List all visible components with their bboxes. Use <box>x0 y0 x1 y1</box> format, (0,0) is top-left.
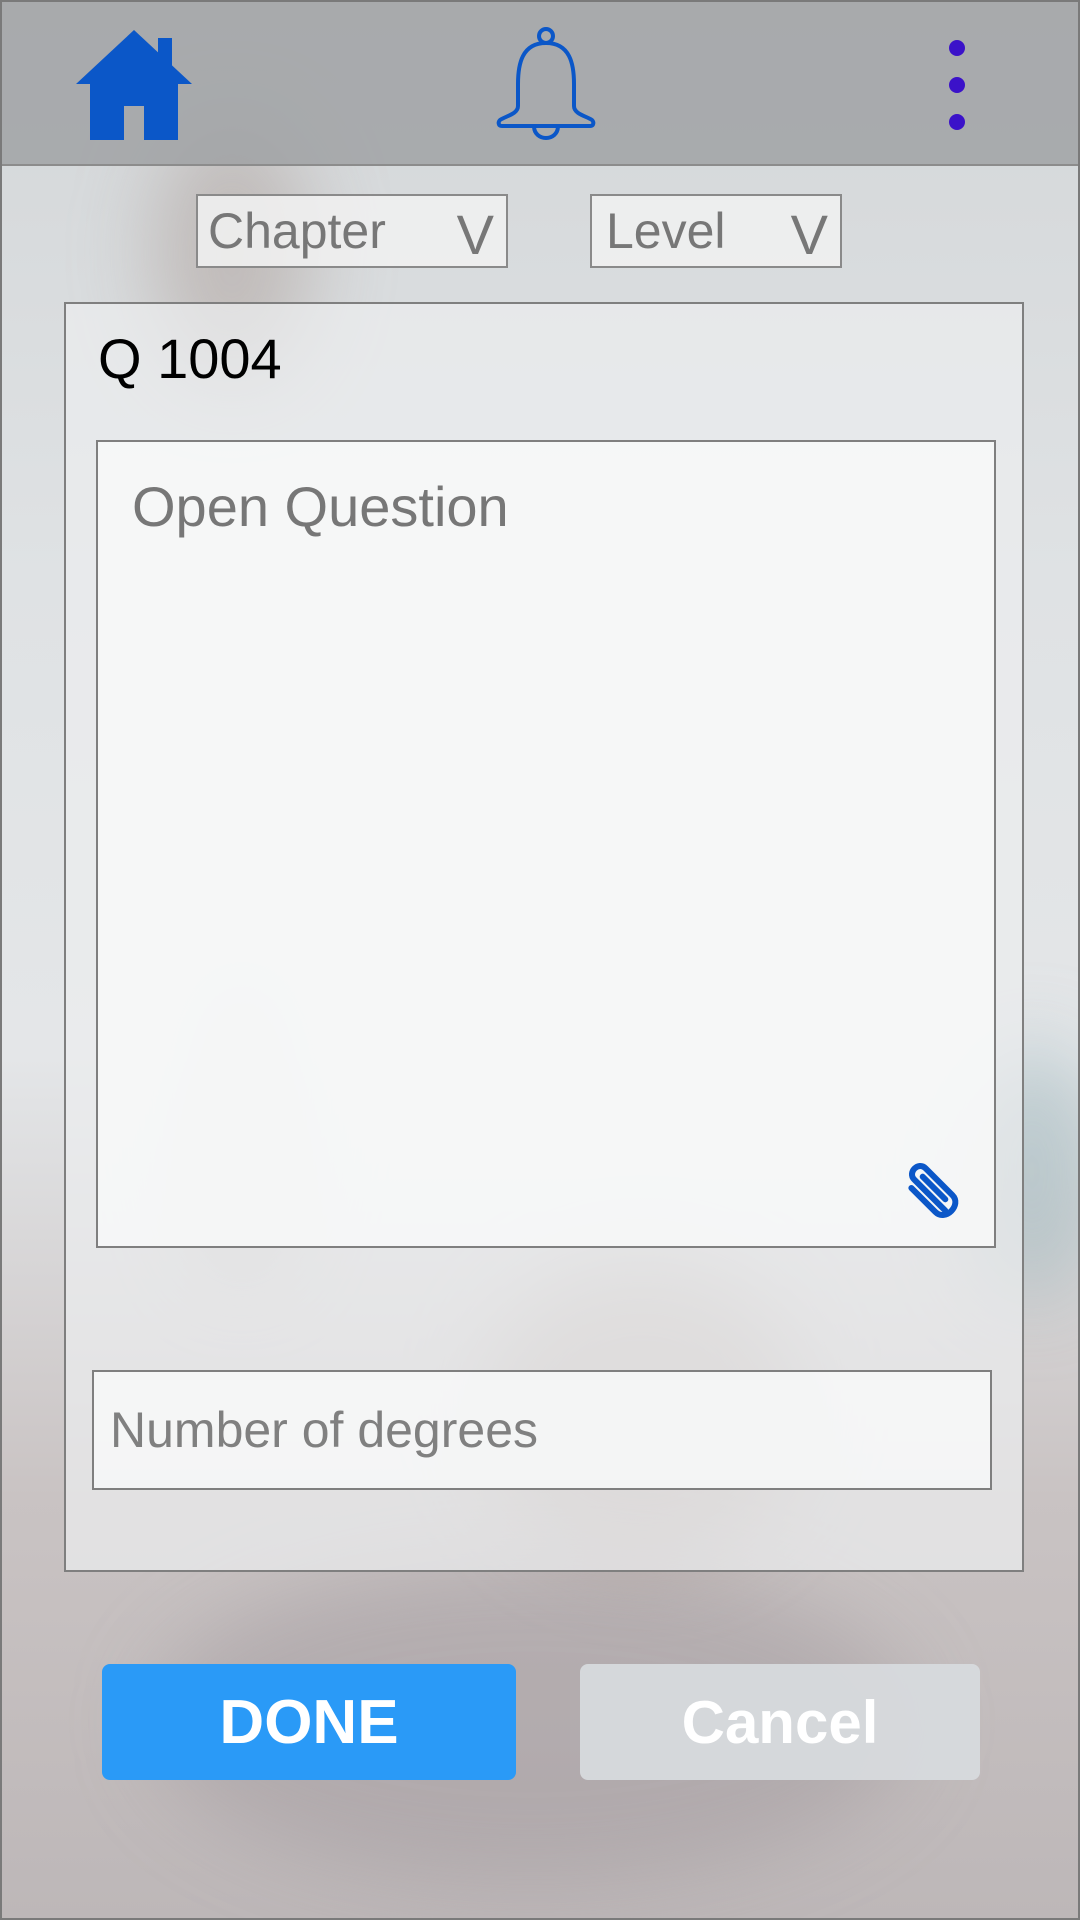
question-card: Q 1004 Open Question <box>64 302 1024 1572</box>
degrees-field-wrapper <box>92 1370 992 1490</box>
more-vertical-icon <box>949 40 965 130</box>
home-icon <box>76 30 192 140</box>
more-options-button[interactable] <box>932 30 982 140</box>
notifications-button[interactable] <box>496 26 596 146</box>
question-textarea[interactable]: Open Question <box>96 440 996 1248</box>
chevron-down-icon: V <box>456 203 494 266</box>
question-id: Q 1004 <box>98 327 282 390</box>
chevron-down-icon: V <box>790 203 828 266</box>
level-dropdown[interactable]: Level V <box>590 194 842 268</box>
level-dropdown-label: Level <box>606 203 726 259</box>
chapter-dropdown-label: Chapter <box>208 203 386 259</box>
attach-button[interactable] <box>892 1146 976 1230</box>
done-button[interactable]: DONE <box>102 1664 516 1780</box>
top-navigation-bar <box>2 2 1078 166</box>
home-button[interactable] <box>74 28 194 142</box>
question-placeholder: Open Question <box>132 475 509 538</box>
chapter-dropdown[interactable]: Chapter V <box>196 194 508 268</box>
cancel-button[interactable]: Cancel <box>580 1664 980 1780</box>
bell-icon <box>496 27 596 140</box>
app-screen: Chapter V Level V Q 1004 Open Question D… <box>0 0 1080 1920</box>
paperclip-icon <box>908 1163 959 1218</box>
degrees-input[interactable] <box>94 1372 990 1488</box>
